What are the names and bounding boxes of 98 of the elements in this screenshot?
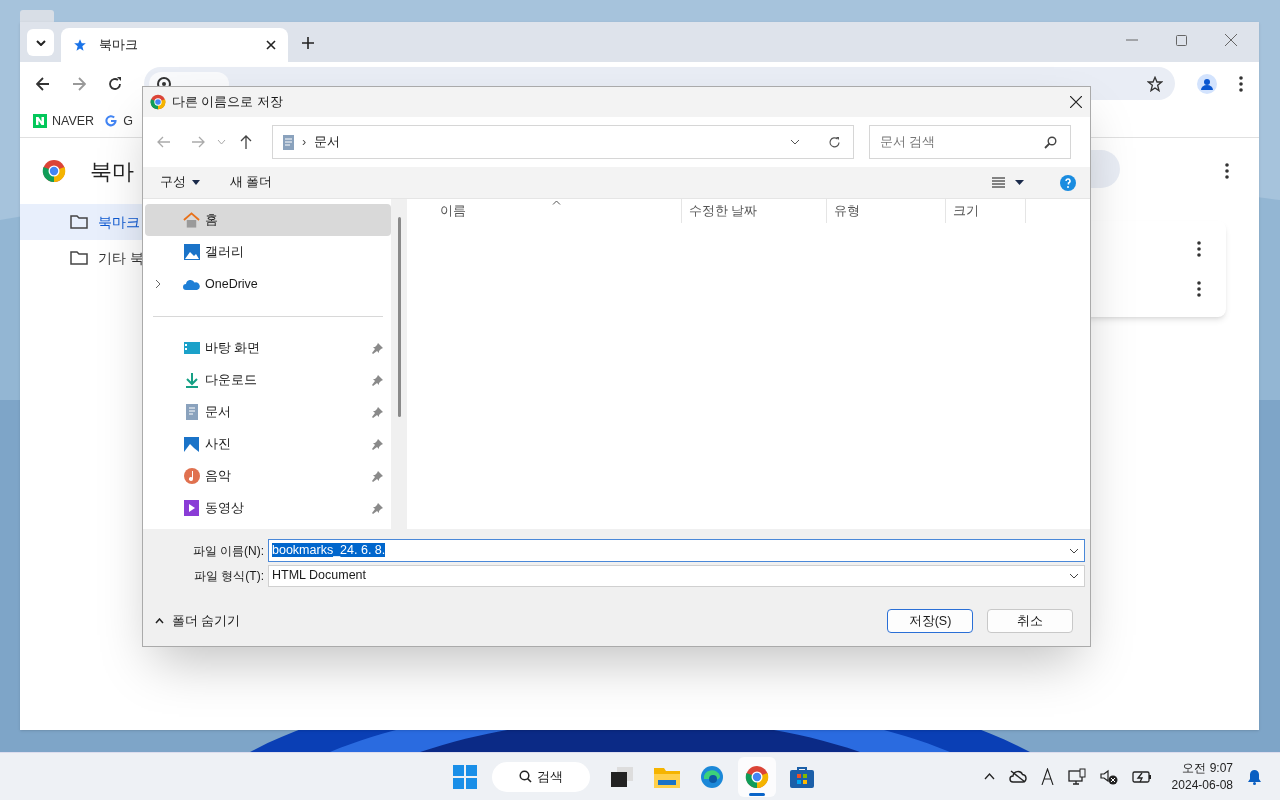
scrollbar-thumb[interactable] [397,217,401,417]
pin-icon[interactable] [372,374,383,386]
document-icon [283,134,294,150]
field-label: 파일 이름(N): [191,542,264,560]
reload-icon[interactable] [108,76,122,91]
caret-icon [35,39,46,46]
menu-icon[interactable] [1239,75,1243,92]
dropdown-icon [1069,572,1079,579]
close-icon[interactable] [1070,96,1082,108]
expand-icon[interactable] [155,279,161,289]
pin-icon[interactable] [372,342,383,354]
caret-icon [192,180,200,185]
nav-item[interactable]: 홈 [145,204,391,236]
font-icon[interactable] [1040,768,1054,785]
profile-icon[interactable] [1197,73,1217,94]
muted-speaker-icon[interactable] [1099,768,1118,785]
search-icon [519,770,532,783]
store-icon [790,765,814,788]
nav-item[interactable]: 다운로드 [145,364,391,396]
cloud-icon [183,278,200,290]
breadcrumb-separator: › [302,133,307,151]
pin-icon[interactable] [372,438,383,450]
column-header[interactable]: 유형 [826,199,945,223]
dialog-button[interactable]: 저장(S) [887,609,973,633]
browser-tab[interactable]: 북마크 [61,28,288,62]
cloud-icon[interactable] [1008,770,1027,783]
help-icon[interactable] [1060,174,1076,191]
tab-title: 북마크 [99,36,139,55]
task-view-icon [611,766,633,787]
home-icon [183,212,200,228]
folder-icon [70,251,88,265]
chrome-logo-icon [745,764,769,789]
nav-item[interactable]: 음악 [145,460,391,492]
search-icon[interactable] [1044,136,1057,149]
battery-icon[interactable] [1131,769,1152,784]
bookmark-link[interactable]: G [104,111,133,131]
gallery-icon [183,244,200,260]
clock[interactable]: 오전 9:07 2024-06-08 [1171,759,1233,794]
view-icon[interactable] [992,177,1005,188]
menu-icon[interactable] [1225,163,1229,179]
breadcrumb-bar[interactable]: › 문서 [272,125,854,159]
network-icon[interactable] [1067,767,1086,786]
desktop-icon [183,342,200,354]
close-icon[interactable] [266,40,276,50]
dropdown-icon[interactable] [1069,547,1079,554]
star-icon[interactable] [1147,75,1163,92]
search-field[interactable]: 검색 [492,761,590,792]
bookmark-link[interactable]: NAVER [33,111,95,131]
dialog-button[interactable]: 취소 [987,609,1073,633]
document-icon [185,404,198,420]
star-icon [73,38,87,52]
column-header[interactable]: 크기 [945,199,1025,223]
download-icon [184,372,199,388]
music-icon [183,468,200,484]
chevron-up-icon[interactable] [983,773,995,780]
breadcrumb-item[interactable]: 문서 [314,132,782,152]
organize-button[interactable]: 구성 [160,173,200,192]
nav-item[interactable]: 사진 [145,428,391,460]
chrome-logo-icon [150,94,166,110]
folder-icon [70,215,88,229]
search-field[interactable]: 문서 검색 [869,125,1071,159]
up-icon[interactable] [240,135,252,149]
nav-item[interactable]: 문서 [145,396,391,428]
folder-icon [654,765,680,788]
n-logo-icon [33,114,47,128]
file-type-dropdown[interactable]: HTML Document [268,564,1085,587]
g-logo-icon [104,114,119,128]
column-header[interactable]: 수정한 날짜 [681,199,826,223]
more-icon[interactable] [1197,241,1201,257]
refresh-icon[interactable] [828,135,841,149]
tab-search-button[interactable] [27,29,54,56]
video-icon [184,500,199,516]
pin-icon[interactable] [372,470,383,482]
caret-icon [155,618,164,624]
page-title: 북마 [90,157,134,186]
field-label: 파일 형식(T): [193,567,264,585]
start-icon[interactable] [453,764,477,789]
nav-item[interactable]: 동영상 [145,492,391,524]
more-icon[interactable] [1197,281,1201,297]
back-icon[interactable] [36,76,50,91]
new-tab-icon[interactable] [302,37,314,49]
hide-folders-button[interactable]: 폴더 숨기기 [153,611,873,631]
dropdown-icon[interactable] [790,139,800,145]
picture-icon [184,436,199,452]
maximize-icon[interactable] [1176,34,1187,46]
window-title: 다른 이름으로 저장 [172,93,284,111]
nav-item[interactable]: 바탕 화면 [145,332,391,364]
column-header[interactable]: 이름 [407,199,681,223]
caret-icon[interactable] [1015,180,1024,185]
edge-icon [700,764,724,789]
bell-icon[interactable] [1247,768,1262,785]
sort-icon [552,200,561,205]
forward-icon[interactable] [72,76,86,91]
pin-icon[interactable] [372,406,383,418]
pin-icon[interactable] [372,502,383,514]
new-folder-button[interactable]: 새 폴더 [230,173,962,192]
file-name-field[interactable]: bookmarks_24. 6. 8. [268,539,1085,562]
chrome-logo-icon [42,159,66,183]
